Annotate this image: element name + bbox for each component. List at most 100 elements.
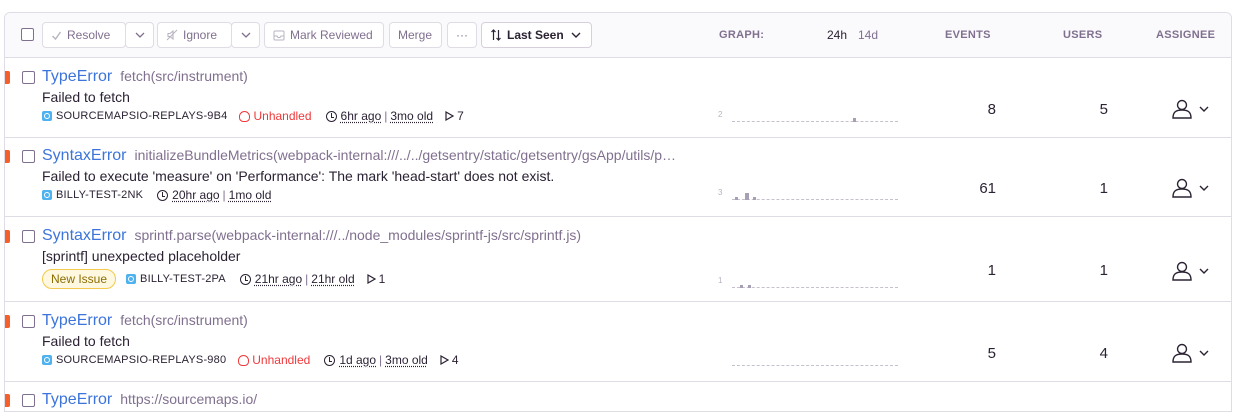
ignore-button[interactable]: Ignore <box>157 22 232 48</box>
issue-graph[interactable] <box>718 354 898 368</box>
replays-value: 1 <box>378 272 386 286</box>
graph-baseline <box>732 287 898 288</box>
issue-message: Failed to fetch <box>42 89 130 105</box>
level-indicator <box>5 150 10 163</box>
replays-value: 4 <box>451 353 459 367</box>
issue-row[interactable]: TypeError https://sourcemaps.io/ <box>5 382 1231 411</box>
project-icon <box>42 190 52 200</box>
issue-culprit: https://sourcemaps.io/ <box>120 391 258 407</box>
users-count[interactable]: 1 <box>1048 262 1108 279</box>
short-id[interactable]: SOURCEMAPSIO-REPLAYS-980 <box>56 354 226 366</box>
users-count[interactable]: 1 <box>1048 180 1108 197</box>
first-seen[interactable]: 3mo old <box>390 109 433 123</box>
assignee-column-header: ASSIGNEE <box>1156 29 1216 41</box>
issue-type[interactable]: TypeError <box>42 391 112 409</box>
first-seen[interactable]: 21hr old <box>311 272 354 286</box>
users-count[interactable]: 4 <box>1048 345 1108 362</box>
short-id[interactable]: SOURCEMAPSIO-REPLAYS-9B4 <box>56 110 227 122</box>
issue-meta: SOURCEMAPSIO-REPLAYS-9B4 Unhandled 6hr a… <box>42 109 464 123</box>
issue-culprit: sprintf.parse(webpack-internal:///../nod… <box>134 227 582 243</box>
graph-range-24h[interactable]: 24h <box>827 28 847 42</box>
issue-checkbox[interactable] <box>22 315 35 328</box>
merge-button[interactable]: Merge <box>389 22 442 48</box>
play-icon <box>440 355 449 365</box>
issue-message: Failed to execute 'measure' on 'Performa… <box>42 168 555 184</box>
ignore-dropdown-button[interactable] <box>231 22 260 48</box>
graph-bar <box>745 193 749 200</box>
events-count[interactable]: 8 <box>936 101 996 118</box>
issue-title[interactable]: TypeError fetch(src/instrument) <box>42 68 248 86</box>
issue-row[interactable]: SyntaxError sprintf.parse(webpack-intern… <box>5 217 1231 302</box>
sort-dropdown-button[interactable]: Last Seen <box>481 22 592 48</box>
resolve-button[interactable]: Resolve <box>42 22 126 48</box>
issue-type[interactable]: SyntaxError <box>42 227 126 245</box>
replays-value: 7 <box>457 109 464 123</box>
resolve-label: Resolve <box>67 28 111 42</box>
short-id[interactable]: BILLY-TEST-2NK <box>56 189 143 201</box>
mute-icon <box>166 29 178 41</box>
mark-reviewed-button[interactable]: Mark Reviewed <box>264 22 384 48</box>
first-seen[interactable]: 3mo old <box>385 353 428 367</box>
last-seen[interactable]: 6hr ago <box>341 109 382 123</box>
graph-range-14d[interactable]: 14d <box>858 28 878 42</box>
ellipsis-icon: ··· <box>456 28 468 42</box>
issue-checkbox[interactable] <box>22 150 35 163</box>
issue-checkbox[interactable] <box>22 230 35 243</box>
assignee-selector[interactable] <box>1171 261 1209 281</box>
replays-count[interactable]: 4 <box>440 353 459 367</box>
issue-row[interactable]: TypeError fetch(src/instrument) Failed t… <box>5 302 1231 382</box>
issue-graph[interactable]: 1 <box>718 276 898 290</box>
user-icon <box>1172 99 1192 119</box>
chevron-down-icon <box>241 32 251 38</box>
issue-graph[interactable]: 2 <box>718 110 898 124</box>
user-icon <box>1172 178 1192 198</box>
unhandled-tag: Unhandled <box>239 109 312 123</box>
project-icon <box>126 274 137 284</box>
issue-row[interactable]: TypeError fetch(src/instrument) Failed t… <box>5 59 1231 138</box>
issue-row[interactable]: SyntaxError initializeBundleMetrics(webp… <box>5 138 1231 217</box>
replays-count[interactable]: 7 <box>445 109 464 123</box>
more-actions-button[interactable]: ··· <box>447 22 477 48</box>
play-icon <box>445 111 455 121</box>
issue-culprit: fetch(src/instrument) <box>120 312 248 328</box>
issue-meta: New Issue BILLY-TEST-2PA 21hr ago | 21hr… <box>42 269 385 289</box>
issue-title[interactable]: SyntaxError sprintf.parse(webpack-intern… <box>42 227 581 245</box>
last-seen[interactable]: 1d ago <box>339 353 376 367</box>
unhandled-tag: Unhandled <box>238 353 310 367</box>
issue-type[interactable]: TypeError <box>42 68 112 86</box>
issue-title[interactable]: TypeError fetch(src/instrument) <box>42 312 248 330</box>
graph-bar <box>853 118 856 122</box>
users-column-header: USERS <box>1063 29 1103 41</box>
users-count[interactable]: 5 <box>1048 101 1108 118</box>
issue-checkbox[interactable] <box>22 71 35 84</box>
ignore-label: Ignore <box>183 28 218 42</box>
issue-title[interactable]: TypeError https://sourcemaps.io/ <box>42 391 257 409</box>
issue-type[interactable]: TypeError <box>42 312 112 330</box>
issue-graph[interactable]: 3 <box>718 188 898 202</box>
assignee-selector[interactable] <box>1171 178 1209 198</box>
last-seen[interactable]: 20hr ago <box>172 188 219 202</box>
user-icon <box>1172 343 1192 363</box>
assignee-selector[interactable] <box>1171 343 1209 363</box>
select-all-checkbox[interactable] <box>21 28 34 41</box>
issue-title[interactable]: SyntaxError initializeBundleMetrics(webp… <box>42 147 679 165</box>
graph-max-label: 3 <box>718 188 723 197</box>
merge-label: Merge <box>398 28 433 42</box>
clock-icon <box>325 110 337 122</box>
separator: | <box>379 353 383 367</box>
last-seen[interactable]: 21hr ago <box>255 272 302 286</box>
events-count[interactable]: 1 <box>936 262 996 279</box>
graph-baseline <box>732 199 898 200</box>
events-count[interactable]: 5 <box>936 345 996 362</box>
resolve-dropdown-button[interactable] <box>125 22 154 48</box>
assignee-selector[interactable] <box>1171 99 1209 119</box>
events-count[interactable]: 61 <box>936 180 996 197</box>
first-seen[interactable]: 1mo old <box>229 188 272 202</box>
issue-message: [sprintf] unexpected placeholder <box>42 248 241 264</box>
issue-type[interactable]: SyntaxError <box>42 147 126 165</box>
check-icon <box>51 30 62 41</box>
skull-icon <box>239 110 251 122</box>
replays-count[interactable]: 1 <box>367 272 386 286</box>
short-id[interactable]: BILLY-TEST-2PA <box>140 273 226 285</box>
graph-max-label: 2 <box>718 110 723 119</box>
